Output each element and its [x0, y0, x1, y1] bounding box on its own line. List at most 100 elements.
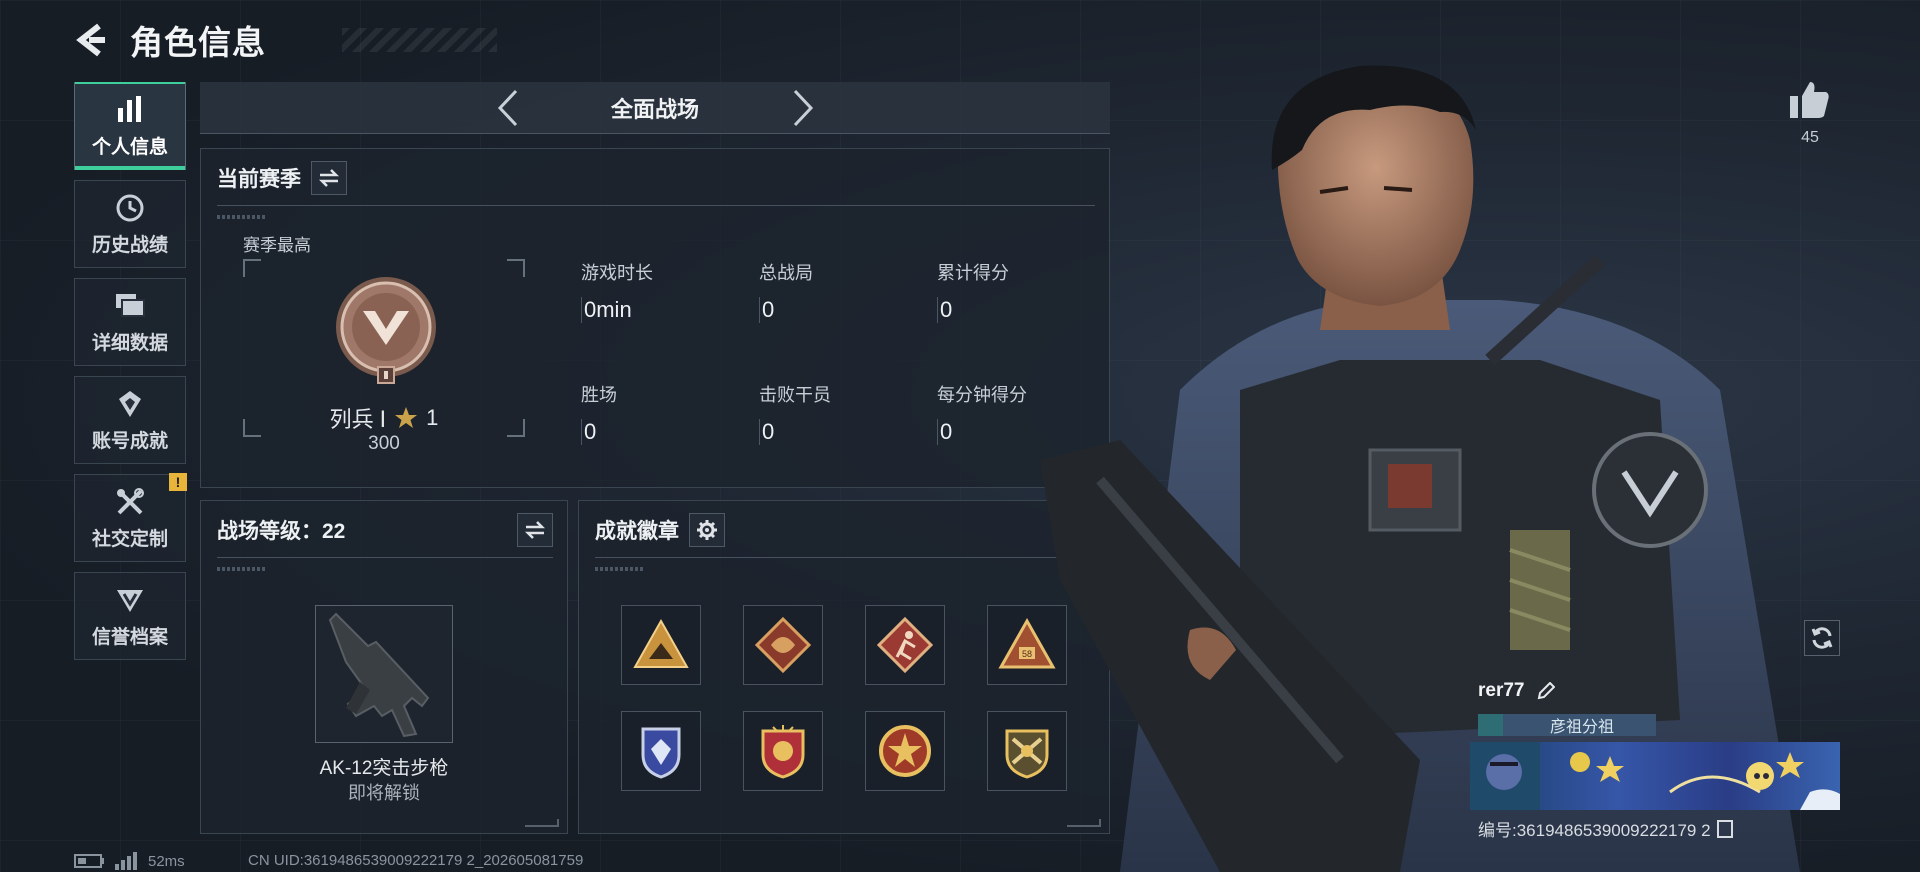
gold-shield-badge[interactable] [743, 711, 823, 791]
ping-value: 52ms [148, 852, 185, 870]
thumbs-up-icon [1790, 82, 1829, 118]
page-header: 角色信息 [74, 18, 497, 62]
stat-label: 胜场 [581, 385, 617, 405]
nav-label: 个人信息 [91, 136, 168, 158]
stat-label: 总战局 [759, 263, 813, 283]
nav-item-credit[interactable]: 信誉档案 [74, 572, 186, 660]
rotate-character-button[interactable] [1804, 620, 1840, 656]
achievements-settings-button[interactable] [689, 513, 725, 547]
divider-dash [217, 567, 265, 571]
folders-icon [112, 290, 148, 322]
battlefield-level-title: 战场等级：22 [217, 520, 346, 543]
season-title: 当前赛季 [217, 168, 301, 191]
notification-badge: ! [169, 473, 187, 491]
achievements-panel: 成就徽章 58 [578, 500, 1110, 834]
nav-label: 社交定制 [91, 528, 168, 550]
mode-title: 全面战场 [610, 96, 699, 122]
back-button[interactable] [74, 23, 108, 57]
gear-icon [697, 520, 717, 540]
player-name-row: rer77 [1478, 680, 1557, 702]
rank-score: 300 [368, 433, 400, 454]
divider [217, 557, 553, 558]
guild-tag[interactable]: 彦祖分祖 [1478, 714, 1656, 736]
stat-label: 游戏时长 [581, 263, 653, 283]
rank-emblem-icon [336, 277, 436, 384]
nav-label: 历史战绩 [91, 234, 168, 256]
side-nav: 个人信息 历史战绩 详细数据 账号成就 社交定制 ! 信誉档案 [74, 82, 187, 670]
battlefield-level-panel: 战场等级：22 AK-12突击步枪 即将解锁 [200, 500, 568, 834]
divider-dash [595, 567, 643, 571]
chevron-left-icon [497, 89, 518, 127]
back-arrow-icon [76, 23, 105, 57]
rank-display: 列兵 Ⅰ 1 300 [243, 259, 525, 454]
mode-prev-button[interactable] [490, 89, 526, 127]
signal-icon [115, 852, 137, 870]
rank-stars: 1 [426, 405, 439, 430]
rifle-icon [328, 612, 430, 738]
like-button[interactable] [1788, 78, 1832, 122]
nav-item-achievements[interactable]: 账号成就 [74, 376, 186, 464]
season-panel: 当前赛季 赛季最高 列兵 Ⅰ 1 300 游戏时长 0min 总战局 0 累计得… [200, 148, 1110, 488]
history-icon [112, 192, 148, 224]
triangle-squad-badge[interactable] [621, 605, 701, 685]
rank-name: 列兵 Ⅰ [329, 407, 387, 432]
stat-play-time: 游戏时长 0min [581, 259, 751, 323]
stat-total-matches: 总战局 0 [759, 259, 929, 323]
stat-value: 0 [581, 419, 751, 445]
stat-kills: 击败干员 0 [759, 381, 929, 445]
tools-icon [112, 486, 148, 518]
corner-decoration [525, 819, 559, 827]
page-title: 角色信息 [130, 24, 266, 61]
credit-icon [112, 584, 148, 616]
nav-item-personal-info[interactable]: 个人信息 [74, 82, 186, 170]
runner-diamond-badge[interactable] [865, 605, 945, 685]
chevron-right-icon [793, 89, 814, 127]
player-name: rer77 [1478, 680, 1525, 701]
stat-wins: 胜场 0 [581, 381, 751, 445]
stat-label: 击败干员 [759, 385, 831, 405]
divider [595, 557, 1095, 558]
season-best-label: 赛季最高 [243, 236, 311, 255]
weapon-thumbnail[interactable] [315, 605, 453, 743]
swap-icon [524, 521, 546, 539]
refresh-icon [1811, 627, 1833, 649]
medal-icon [112, 388, 148, 420]
nav-label: 账号成就 [91, 430, 168, 452]
nav-item-details[interactable]: 详细数据 [74, 278, 186, 366]
blue-shield-badge[interactable] [621, 711, 701, 791]
player-id: 编号:3619486539009222179 2 [1478, 821, 1711, 840]
uid-text: CN UID:3619486539009222179 2_20260508175… [248, 852, 584, 869]
divider-dash [217, 215, 265, 219]
weapon-status: 即将解锁 [348, 783, 420, 803]
nav-item-social[interactable]: 社交定制 ! [74, 473, 187, 562]
mode-next-button[interactable] [785, 89, 821, 127]
banner-art-icon [1470, 742, 1840, 810]
player-banner[interactable] [1470, 742, 1840, 810]
level-switch-button[interactable] [517, 513, 553, 547]
stat-value: 0min [581, 297, 751, 323]
edit-name-button[interactable] [1535, 680, 1557, 702]
stat-value: 0 [759, 419, 929, 445]
weapon-name: AK-12突击步枪 [319, 758, 449, 779]
battery-icon [74, 854, 104, 868]
title-decoration [342, 28, 497, 52]
like-count: 45 [1801, 129, 1819, 146]
pencil-icon [1537, 682, 1555, 700]
rank-name-row: 列兵 Ⅰ 1 [243, 402, 525, 434]
nav-item-history[interactable]: 历史战绩 [74, 180, 186, 268]
mode-selector: 全面战场 [200, 82, 1110, 134]
star-medal-badge[interactable] [865, 711, 945, 791]
stat-value: 0 [759, 297, 929, 323]
bar-chart-icon [112, 94, 148, 126]
achievements-title: 成就徽章 [595, 520, 679, 543]
divider [217, 205, 1095, 206]
copy-id-button[interactable] [1716, 819, 1733, 838]
dragon-diamond-badge[interactable] [743, 605, 823, 685]
nav-label: 详细数据 [91, 332, 168, 354]
status-bar: 52ms [74, 852, 185, 870]
svg-text:58: 58 [1022, 649, 1032, 659]
guild-name: 彦祖分祖 [1549, 719, 1614, 736]
swap-icon [318, 169, 340, 187]
nav-label: 信誉档案 [91, 626, 168, 648]
season-switch-button[interactable] [311, 161, 347, 195]
